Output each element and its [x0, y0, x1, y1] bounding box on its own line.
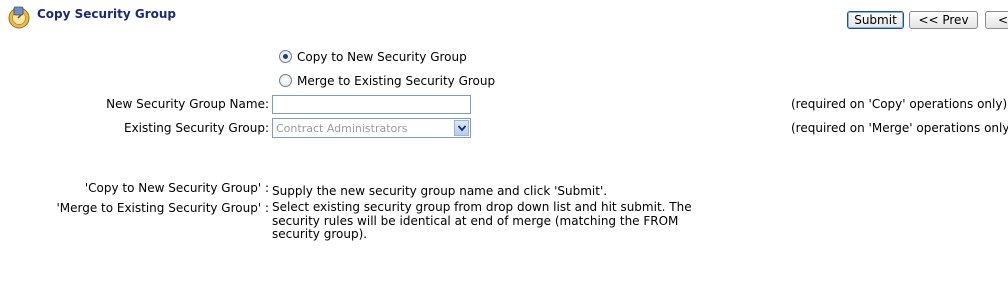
merge-mode-label[interactable]: Merge to Existing Security Group: [297, 74, 495, 88]
submit-button[interactable]: Submit: [847, 11, 904, 29]
existing-group-select[interactable]: Contract Administrators: [272, 118, 471, 138]
new-group-name-input[interactable]: [272, 95, 471, 114]
merge-mode-radio[interactable]: [279, 74, 292, 87]
merge-mode-option[interactable]: Merge to Existing Security Group: [279, 74, 495, 88]
first-button[interactable]: <<: [985, 11, 1008, 29]
existing-group-value: Contract Administrators: [276, 122, 408, 135]
merge-required-note: (required on 'Merge' operations only): [791, 121, 1008, 135]
prev-button[interactable]: << Prev: [909, 11, 978, 29]
copy-mode-radio[interactable]: [279, 50, 292, 63]
copy-mode-option[interactable]: Copy to New Security Group: [279, 50, 467, 64]
new-group-name-label: New Security Group Name:: [106, 97, 269, 111]
security-group-icon: [7, 5, 31, 29]
copy-required-note: (required on 'Copy' operations only): [791, 97, 1008, 111]
help-copy-description: Supply the new security group name and c…: [272, 184, 608, 198]
help-merge-description: Select existing security group from drop…: [272, 200, 692, 241]
help-copy-term: 'Copy to New Security Group' :: [84, 181, 269, 195]
page-title: Copy Security Group: [37, 7, 176, 21]
chevron-down-icon[interactable]: [454, 120, 469, 136]
existing-group-label: Existing Security Group:: [123, 121, 269, 135]
copy-mode-label[interactable]: Copy to New Security Group: [297, 50, 467, 64]
help-merge-term: 'Merge to Existing Security Group' :: [56, 201, 269, 215]
